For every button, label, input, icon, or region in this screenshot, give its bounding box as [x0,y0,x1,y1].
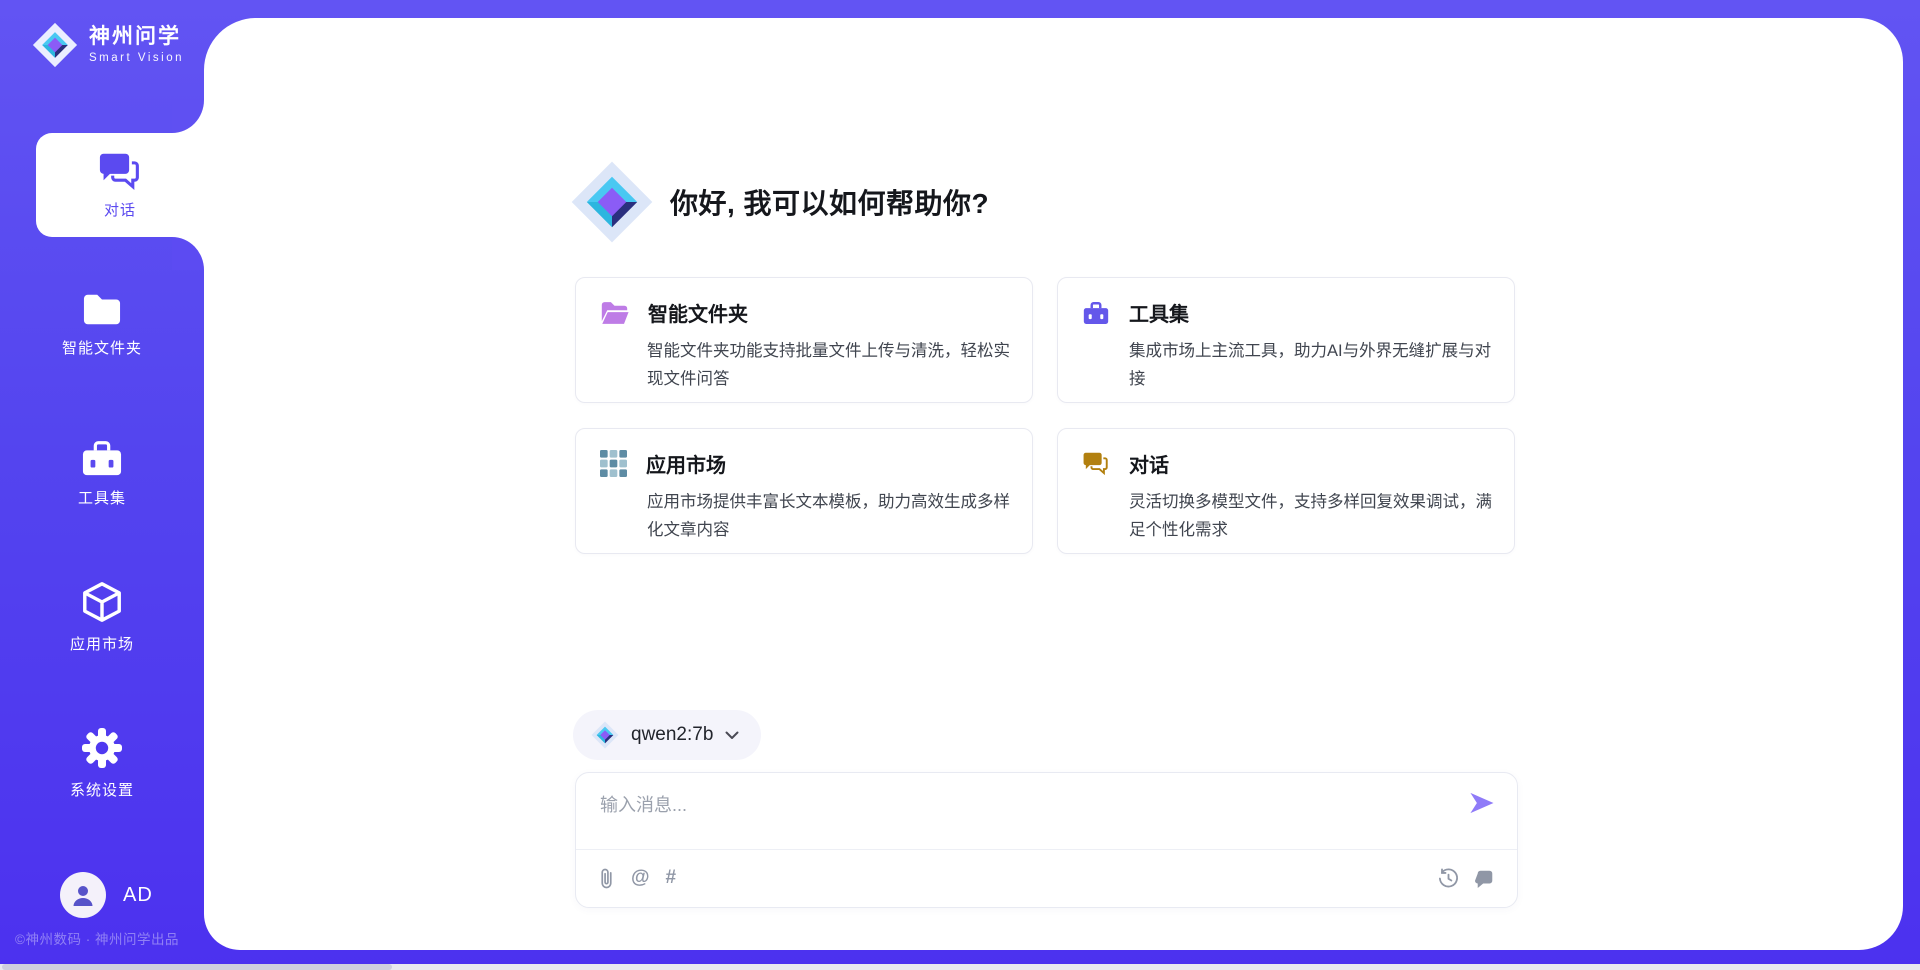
sidebar-item-label: 应用市场 [70,633,134,654]
avatar [60,872,106,918]
sidebar-item-label: 智能文件夹 [62,337,142,358]
attachment-icon[interactable] [598,867,615,890]
diamond-logo-icon [570,160,654,244]
diamond-logo-icon [32,22,78,68]
send-icon [1468,791,1495,815]
card-app-market[interactable]: 应用市场 应用市场提供丰富长文本模板，助力高效生成多样化文章内容 [575,428,1033,554]
card-title: 工具集 [1129,298,1189,327]
app-root: 神州问学 Smart Vision 对话 智能文件夹 工具集 应用市场 [0,0,1920,970]
grid-icon [600,450,627,477]
message-composer: @ # [575,772,1518,908]
gear-icon [80,726,124,770]
send-button[interactable] [1467,789,1495,817]
card-chat[interactable]: 对话 灵活切换多模型文件，支持多样回复效果调试，满足个性化需求 [1057,428,1515,554]
card-toolbox[interactable]: 工具集 集成市场上主流工具，助力AI与外界无缝扩展与对接 [1057,277,1515,403]
card-description: 应用市场提供丰富长文本模板，助力高效生成多样化文章内容 [647,488,1012,544]
hash-icon[interactable]: # [666,867,677,889]
folder-open-icon [600,300,629,326]
user-profile[interactable]: AD [60,872,153,918]
brand-subtitle: Smart Vision [89,53,184,65]
card-title: 智能文件夹 [648,298,748,327]
card-description: 智能文件夹功能支持批量文件上传与清洗，轻松实现文件问答 [647,337,1012,393]
card-smart-folder[interactable]: 智能文件夹 智能文件夹功能支持批量文件上传与清洗，轻松实现文件问答 [575,277,1033,403]
model-name: qwen2:7b [631,724,713,746]
conversation-icon[interactable] [1475,868,1495,888]
composer-toolbar: @ # [576,849,1517,907]
history-icon[interactable] [1438,868,1459,889]
greeting-title: 你好, 我可以如何帮助你? [670,182,989,222]
tab-fillet-top [172,100,204,133]
sidebar-item-app-market[interactable]: 应用市场 [0,580,204,654]
feature-cards: 智能文件夹 智能文件夹功能支持批量文件上传与清洗，轻松实现文件问答 工具集 集成… [575,277,1515,554]
chat-bubbles-icon [98,151,142,193]
brand-title: 神州问学 [89,26,184,47]
diamond-logo-icon [591,721,619,749]
sidebar-item-label: 工具集 [78,487,126,508]
folder-icon [80,290,124,328]
card-title: 应用市场 [646,449,726,478]
card-title: 对话 [1129,449,1169,478]
user-initials: AD [123,884,153,907]
scrollbar-thumb[interactable] [2,964,392,970]
model-selector[interactable]: qwen2:7b [573,710,761,760]
copyright-text: ©神州数码 · 神州问学出品 [15,928,179,948]
card-description: 集成市场上主流工具，助力AI与外界无缝扩展与对接 [1129,337,1494,393]
greeting-block: 你好, 我可以如何帮助你? [570,160,989,244]
at-icon[interactable]: @ [631,867,650,889]
toolbox-icon [1082,300,1110,326]
sidebar-item-settings[interactable]: 系统设置 [0,726,204,800]
sidebar-item-label: 对话 [104,199,136,220]
horizontal-scrollbar[interactable] [0,964,1920,970]
chevron-down-icon [725,731,739,740]
sidebar-item-chat[interactable]: 对话 [36,133,204,237]
brand-logo: 神州问学 Smart Vision [32,22,184,68]
sidebar-item-smart-folder[interactable]: 智能文件夹 [0,290,204,358]
card-description: 灵活切换多模型文件，支持多样回复效果调试，满足个性化需求 [1129,488,1494,544]
sidebar-item-label: 系统设置 [70,779,134,800]
toolbox-icon [80,438,124,478]
person-icon [70,882,96,908]
sidebar-item-toolbox[interactable]: 工具集 [0,438,204,508]
tab-fillet-bottom [172,237,204,270]
message-input[interactable] [576,773,1517,843]
cube-icon [80,580,124,624]
chat-bubbles-icon [1082,451,1110,477]
